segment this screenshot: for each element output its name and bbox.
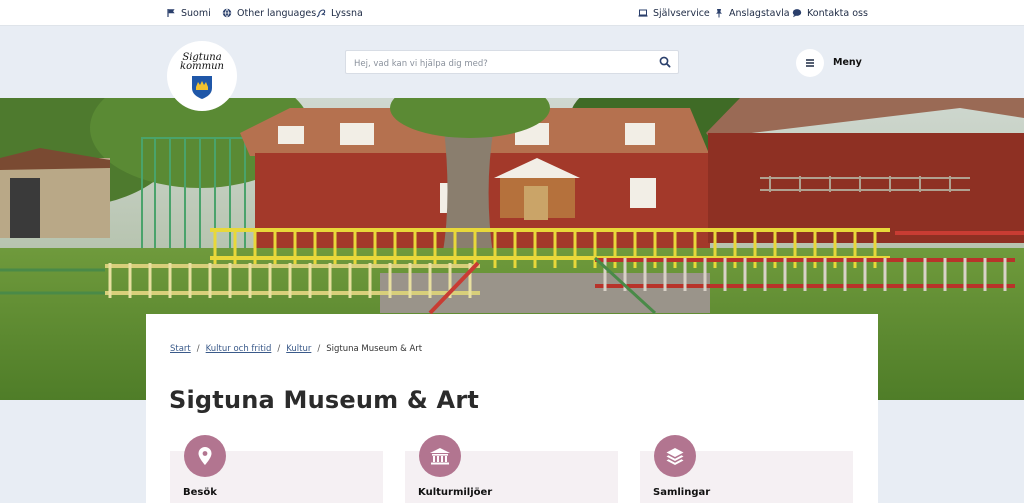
other-languages-label: Other languages [237, 7, 317, 19]
layers-icon [666, 448, 684, 465]
utility-bar: Suomi Other languages Lyssna Självservic… [0, 0, 1024, 26]
flag-icon [167, 9, 175, 17]
crown-shield-icon [192, 75, 212, 99]
breadcrumb-kultur[interactable]: Kultur [286, 344, 311, 354]
breadcrumb-current: Sigtuna Museum & Art [326, 344, 423, 354]
language-suomi-link[interactable]: Suomi [166, 0, 211, 26]
tile-label: Samlingar [653, 487, 711, 498]
tile-samlingar[interactable]: Samlingar [640, 435, 853, 503]
tile-besok[interactable]: Besök [170, 435, 383, 503]
listen-label: Lyssna [331, 7, 363, 19]
self-service-link[interactable]: Självservice [638, 0, 710, 26]
notice-board-label: Anslagstavla [729, 7, 790, 19]
other-languages-link[interactable]: Other languages [222, 0, 316, 26]
tile-icon-circle [654, 435, 696, 477]
listen-icon [316, 9, 326, 18]
notice-board-link[interactable]: Anslagstavla [714, 0, 790, 26]
breadcrumb-separator: / [196, 344, 200, 354]
globe-icon [222, 8, 232, 18]
breadcrumb-separator: / [277, 344, 281, 354]
laptop-icon [638, 9, 648, 17]
tile-icon-circle [419, 435, 461, 477]
chat-icon [792, 9, 802, 18]
breadcrumb-start[interactable]: Start [170, 344, 191, 354]
search-box [345, 50, 679, 75]
museum-building-icon [430, 448, 450, 465]
breadcrumb: Start / Kultur och fritid / Kultur / Sig… [170, 344, 422, 354]
menu-button[interactable] [796, 49, 824, 77]
contact-us-label: Kontakta oss [807, 7, 868, 19]
hamburger-icon [806, 59, 814, 67]
self-service-label: Självservice [653, 7, 710, 19]
tile-label: Besök [183, 487, 217, 498]
tile-label: Kulturmiljöer [418, 487, 493, 498]
tile-icon-circle [184, 435, 226, 477]
listen-link[interactable]: Lyssna [316, 0, 363, 26]
location-pin-icon [198, 447, 212, 465]
search-input[interactable] [346, 53, 646, 75]
page-title: Sigtuna Museum & Art [169, 386, 480, 414]
breadcrumb-kultur-och-fritid[interactable]: Kultur och fritid [206, 344, 272, 354]
sigtuna-kommun-logo[interactable]: Sigtuna kommun [167, 41, 237, 111]
menu-label[interactable]: Meny [833, 57, 862, 68]
search-icon[interactable] [659, 56, 671, 68]
logo-line-2: kommun [180, 60, 224, 72]
contact-us-link[interactable]: Kontakta oss [792, 0, 868, 26]
tile-kulturmiljoer[interactable]: Kulturmiljöer [405, 435, 618, 503]
breadcrumb-separator: / [317, 344, 321, 354]
pin-icon [716, 9, 722, 18]
content-card: Start / Kultur och fritid / Kultur / Sig… [146, 314, 878, 503]
language-suomi-label: Suomi [181, 7, 211, 19]
